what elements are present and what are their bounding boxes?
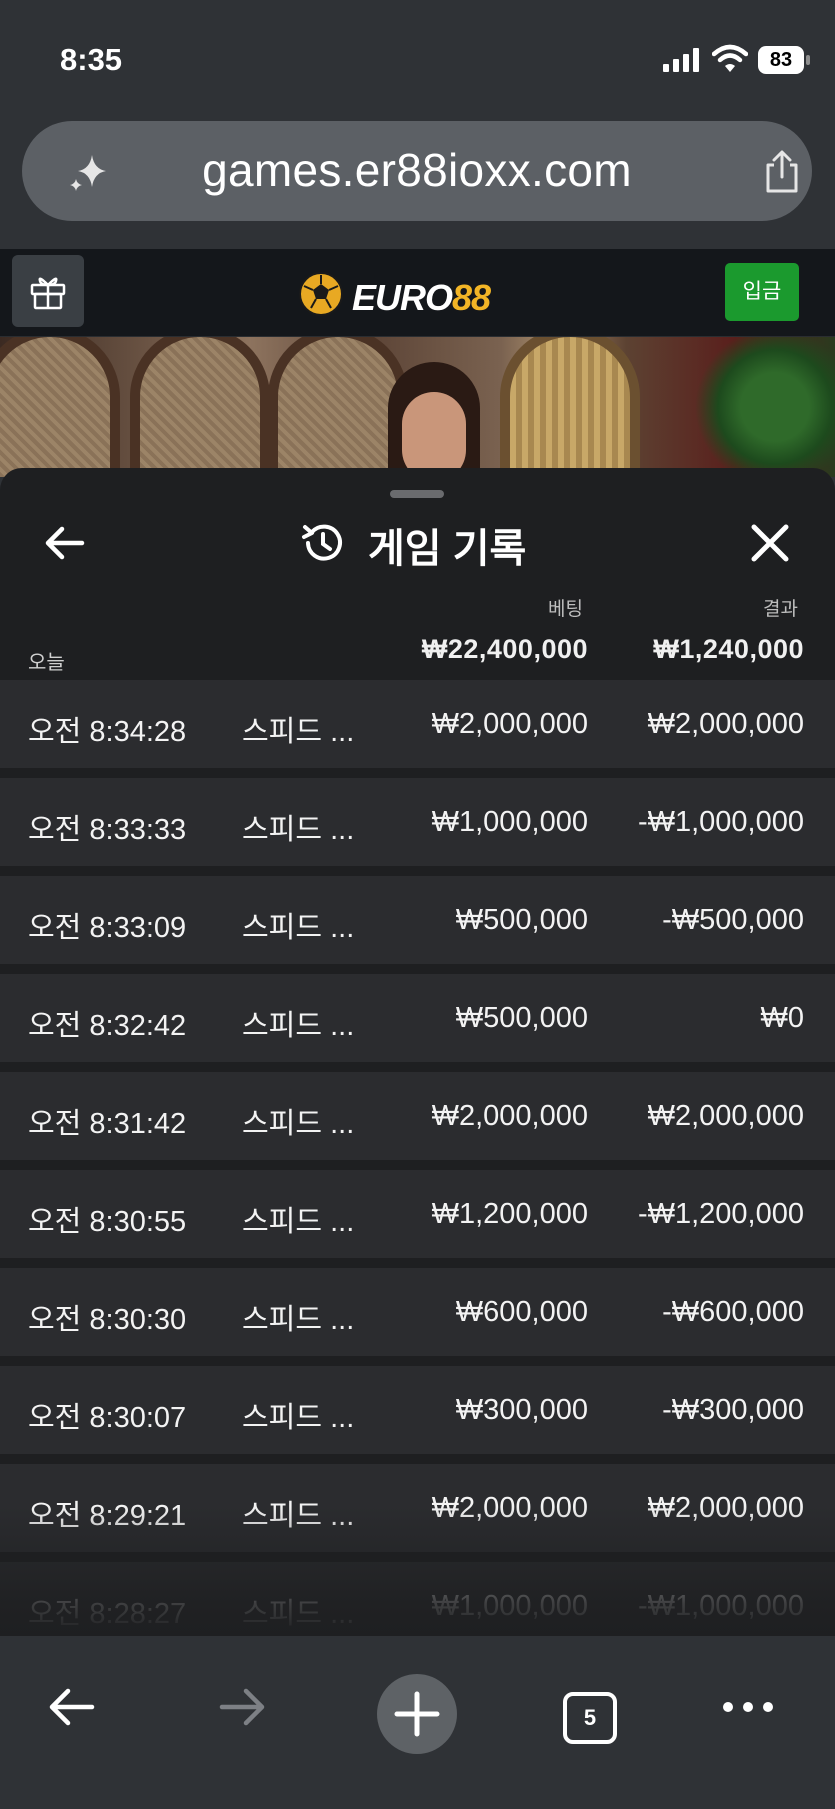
drag-handle[interactable] [390,490,444,498]
history-row[interactable]: 오전 8:30:30 스피드 ... ₩600,000 -₩600,000 [0,1268,835,1356]
close-icon[interactable] [745,518,795,568]
soccer-ball-icon [299,272,343,316]
row-result: ₩0 [760,1002,805,1034]
row-bet: ₩2,000,000 [431,1100,588,1132]
row-bet: ₩600,000 [455,1296,588,1328]
row-result: -₩1,200,000 [637,1198,804,1230]
history-row[interactable]: 오전 8:31:42 스피드 ... ₩2,000,000 ₩2,000,000 [0,1072,835,1160]
history-row[interactable]: 오전 8:33:09 스피드 ... ₩500,000 -₩500,000 [0,876,835,964]
row-time: 오전 8:30:55 [28,1206,187,1238]
row-bet: ₩2,000,000 [431,708,588,740]
deposit-button[interactable]: 입금 [725,263,799,321]
battery-level: 83 [758,46,804,74]
row-bet: ₩2,000,000 [431,1492,588,1524]
game-history-sheet: 게임 기록 베팅 결과 오늘 ₩22,400,000 ₩1,240,000 오전… [0,468,835,1636]
cellular-signal-icon [663,48,699,72]
plus-icon [394,1691,440,1737]
back-icon[interactable] [44,1680,98,1734]
row-time: 오전 8:30:30 [28,1304,187,1336]
row-game: 스피드 ... [242,1206,355,1238]
history-row[interactable]: 오전 8:28:27 스피드 ... ₩1,000,000 -₩1,000,000 [0,1562,835,1636]
wifi-icon [712,44,748,72]
row-game: 스피드 ... [242,1304,355,1336]
history-row[interactable]: 오전 8:29:21 스피드 ... ₩2,000,000 ₩2,000,000 [0,1464,835,1552]
row-time: 오전 8:31:42 [28,1108,187,1140]
forward-icon[interactable] [216,1680,270,1734]
row-bet: ₩300,000 [455,1394,588,1426]
site-logo[interactable]: EURO88 [298,261,518,321]
logo-text: EURO88 [352,277,491,318]
row-time: 오전 8:34:28 [28,716,187,748]
row-game: 스피드 ... [242,1598,355,1630]
row-result: -₩500,000 [662,904,804,936]
row-result: -₩600,000 [662,1296,804,1328]
history-row[interactable]: 오전 8:34:28 스피드 ... ₩2,000,000 ₩2,000,000 [0,680,835,768]
tab-switcher-button[interactable]: 5 [563,1692,617,1744]
history-row[interactable]: 오전 8:32:42 스피드 ... ₩500,000 ₩0 [0,974,835,1062]
row-bet: ₩500,000 [455,904,588,936]
back-arrow-icon[interactable] [40,518,90,568]
row-game: 스피드 ... [242,814,355,846]
row-bet: ₩1,000,000 [431,806,588,838]
battery-icon: 83 [758,46,810,74]
address-bar[interactable]: games.er88ioxx.com [22,121,812,221]
history-row[interactable]: 오전 8:30:55 스피드 ... ₩1,200,000 -₩1,200,000 [0,1170,835,1258]
history-row[interactable]: 오전 8:33:33 스피드 ... ₩1,000,000 -₩1,000,000 [0,778,835,866]
row-time: 오전 8:32:42 [28,1010,187,1042]
site-header: EURO88 입금 [0,249,835,337]
row-result: -₩1,000,000 [637,1590,804,1622]
more-menu-icon[interactable] [718,1680,778,1734]
row-time: 오전 8:30:07 [28,1402,187,1434]
row-time: 오전 8:28:27 [28,1598,187,1630]
share-icon[interactable] [760,149,804,195]
screen: 8:35 83 games.er88ioxx.com EURO88 입금 게임 … [0,0,835,1809]
row-time: 오전 8:33:09 [28,912,187,944]
gift-button[interactable] [12,255,84,327]
row-game: 스피드 ... [242,716,355,748]
total-bet: ₩22,400,000 [421,634,588,664]
live-video-stream[interactable] [0,337,835,477]
result-column-header: 결과 [763,599,798,620]
row-bet: ₩1,000,000 [431,1590,588,1622]
row-bet: ₩1,200,000 [431,1198,588,1230]
row-result: ₩2,000,000 [647,1492,804,1524]
total-result: ₩1,240,000 [653,634,804,664]
row-result: ₩2,000,000 [647,708,804,740]
row-game: 스피드 ... [242,1010,355,1042]
history-icon [302,524,342,561]
status-bar: 8:35 83 [0,0,835,110]
history-list: 오전 8:34:28 스피드 ... ₩2,000,000 ₩2,000,000 오전… [0,680,835,1636]
browser-toolbar: 5 [0,1636,835,1809]
row-game: 스피드 ... [242,912,355,944]
row-bet: ₩500,000 [455,1002,588,1034]
url-text[interactable]: games.er88ioxx.com [22,143,812,197]
row-result: -₩1,000,000 [637,806,804,838]
date-group-label: 오늘 [28,652,65,674]
clock: 8:35 [60,42,123,77]
row-game: 스피드 ... [242,1402,355,1434]
row-game: 스피드 ... [242,1108,355,1140]
history-row[interactable]: 오전 8:30:07 스피드 ... ₩300,000 -₩300,000 [0,1366,835,1454]
row-result: -₩300,000 [662,1394,804,1426]
row-game: 스피드 ... [242,1500,355,1532]
row-time: 오전 8:33:33 [28,814,187,846]
gift-icon [30,277,66,310]
new-tab-button[interactable] [377,1674,457,1754]
sheet-title: 게임 기록 [368,527,527,571]
row-result: ₩2,000,000 [647,1100,804,1132]
bet-column-header: 베팅 [548,599,583,620]
row-time: 오전 8:29:21 [28,1500,187,1532]
